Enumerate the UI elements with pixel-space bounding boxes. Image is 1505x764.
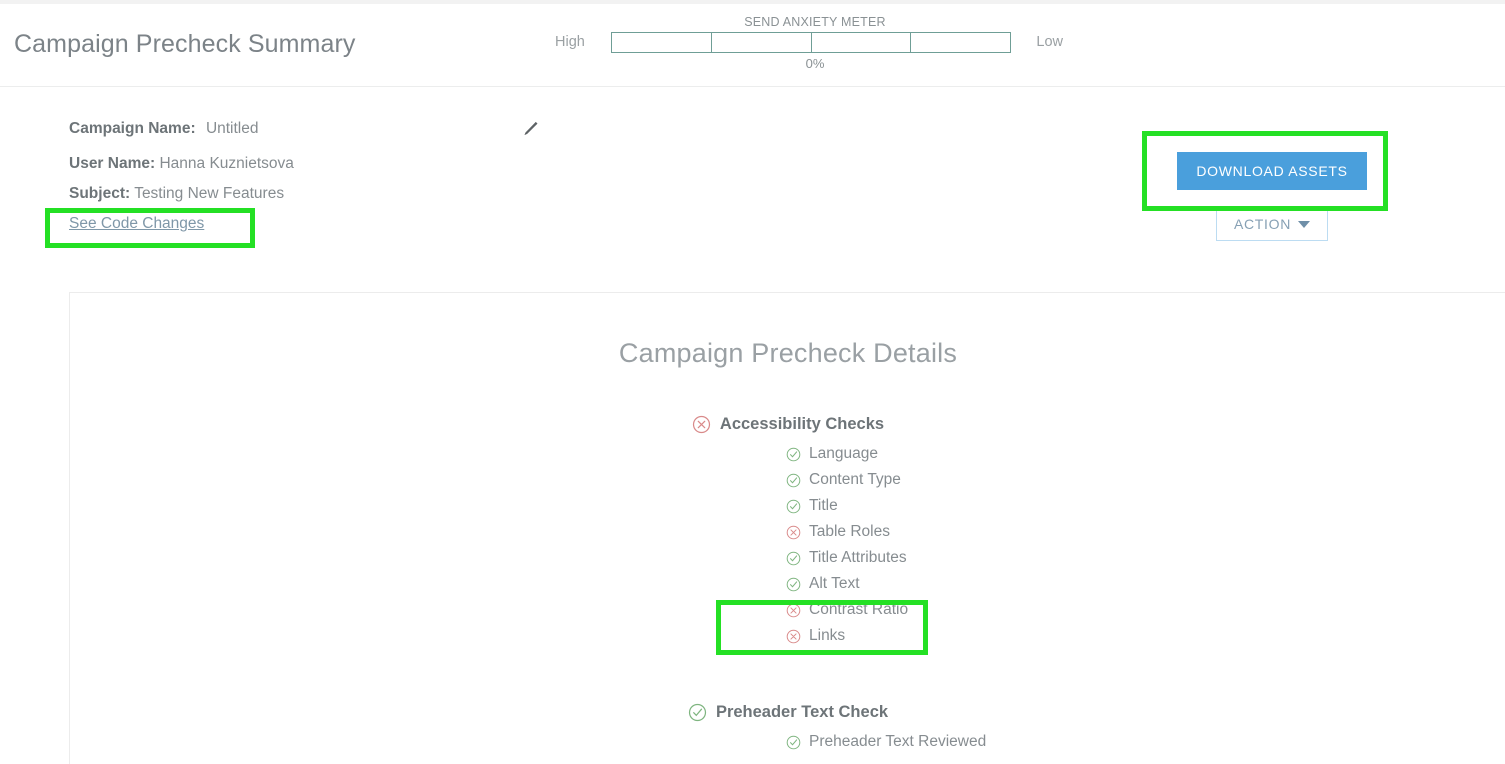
- check-group-header: Accessibility Checks: [70, 415, 1505, 434]
- check-item-label: Alt Text: [809, 575, 860, 593]
- action-button[interactable]: ACTION: [1216, 207, 1328, 241]
- pencil-icon[interactable]: [519, 118, 541, 140]
- caret-down-icon: [1298, 221, 1310, 228]
- meter-segment: [611, 32, 711, 53]
- page-title: Campaign Precheck Summary: [14, 30, 356, 59]
- download-assets-button[interactable]: DOWNLOAD ASSETS: [1177, 152, 1367, 190]
- check-item: Title Attributes: [168, 545, 1505, 571]
- app-header: Campaign Precheck Summary SEND ANXIETY M…: [0, 4, 1505, 87]
- see-code-changes-link[interactable]: See Code Changes: [69, 213, 204, 235]
- campaign-name-value: Untitled: [200, 120, 259, 137]
- check-circle-icon: [786, 551, 801, 566]
- check-circle-icon: [786, 447, 801, 462]
- check-item-label: Table Roles: [809, 523, 890, 541]
- user-name-row: User Name: Hanna Kuznietsova: [69, 153, 589, 175]
- check-item: Language: [168, 441, 1505, 467]
- details-title: Campaign Precheck Details: [70, 338, 1505, 369]
- x-circle-icon: [786, 629, 801, 644]
- check-item: Contrast Ratio: [168, 597, 1505, 623]
- check-item-list: Preheader Text Reviewed: [70, 729, 1505, 755]
- check-item-label: Title Attributes: [809, 549, 907, 567]
- meter-low-label: Low: [1011, 34, 1063, 50]
- check-item: Alt Text: [168, 571, 1505, 597]
- check-circle-icon: [688, 703, 707, 722]
- check-group-title: Preheader Text Check: [716, 703, 888, 722]
- check-circle-icon: [786, 735, 801, 750]
- meter-high-label: High: [555, 34, 605, 50]
- subject-row: Subject: Testing New Features: [69, 183, 589, 205]
- check-group-title: Accessibility Checks: [720, 415, 884, 434]
- precheck-details-panel: Campaign Precheck Details Accessibility …: [69, 292, 1505, 764]
- check-group: Accessibility Checks Language Content Type…: [70, 415, 1505, 649]
- meter-title: SEND ANXIETY METER: [555, 15, 1075, 29]
- meter-segment: [711, 32, 811, 53]
- x-circle-icon: [692, 415, 711, 434]
- check-item: Preheader Text Reviewed: [168, 729, 1505, 755]
- check-circle-icon: [786, 473, 801, 488]
- check-item-label: Contrast Ratio: [809, 601, 908, 619]
- campaign-info: Campaign Name: Untitled User Name: Hanna…: [69, 118, 589, 235]
- check-item-label: Language: [809, 445, 878, 463]
- check-item-label: Links: [809, 627, 845, 645]
- page-root: Campaign Precheck Summary SEND ANXIETY M…: [0, 0, 1505, 764]
- check-item: Content Type: [168, 467, 1505, 493]
- meter-segment: [811, 32, 911, 53]
- check-item-list: Language Content Type Title Table Roles Titl…: [70, 441, 1505, 649]
- check-circle-icon: [786, 499, 801, 514]
- meter-segment: [910, 32, 1011, 53]
- check-circle-icon: [786, 577, 801, 592]
- meter-bar: [611, 32, 1011, 53]
- campaign-name-label: Campaign Name:: [69, 120, 196, 137]
- action-button-label: ACTION: [1234, 216, 1291, 232]
- meter-percent-value: 0%: [555, 56, 1075, 71]
- subject-value: Testing New Features: [134, 185, 284, 202]
- check-item-label: Preheader Text Reviewed: [809, 733, 986, 751]
- check-item-label: Content Type: [809, 471, 901, 489]
- campaign-name-row: Campaign Name: Untitled: [69, 118, 589, 140]
- check-group: Preheader Text Check Preheader Text Revie…: [70, 703, 1505, 755]
- check-item: Table Roles: [168, 519, 1505, 545]
- check-group-header: Preheader Text Check: [70, 703, 1505, 722]
- check-item-label: Title: [809, 497, 838, 515]
- x-circle-icon: [786, 525, 801, 540]
- check-item: Links: [168, 623, 1505, 649]
- user-name-label: User Name:: [69, 155, 155, 172]
- send-anxiety-meter: SEND ANXIETY METER High Low 0%: [555, 12, 1075, 74]
- user-name-value: Hanna Kuznietsova: [159, 155, 293, 172]
- x-circle-icon: [786, 603, 801, 618]
- meter-row: High Low: [555, 30, 1075, 54]
- check-item: Title: [168, 493, 1505, 519]
- subject-label: Subject:: [69, 185, 130, 202]
